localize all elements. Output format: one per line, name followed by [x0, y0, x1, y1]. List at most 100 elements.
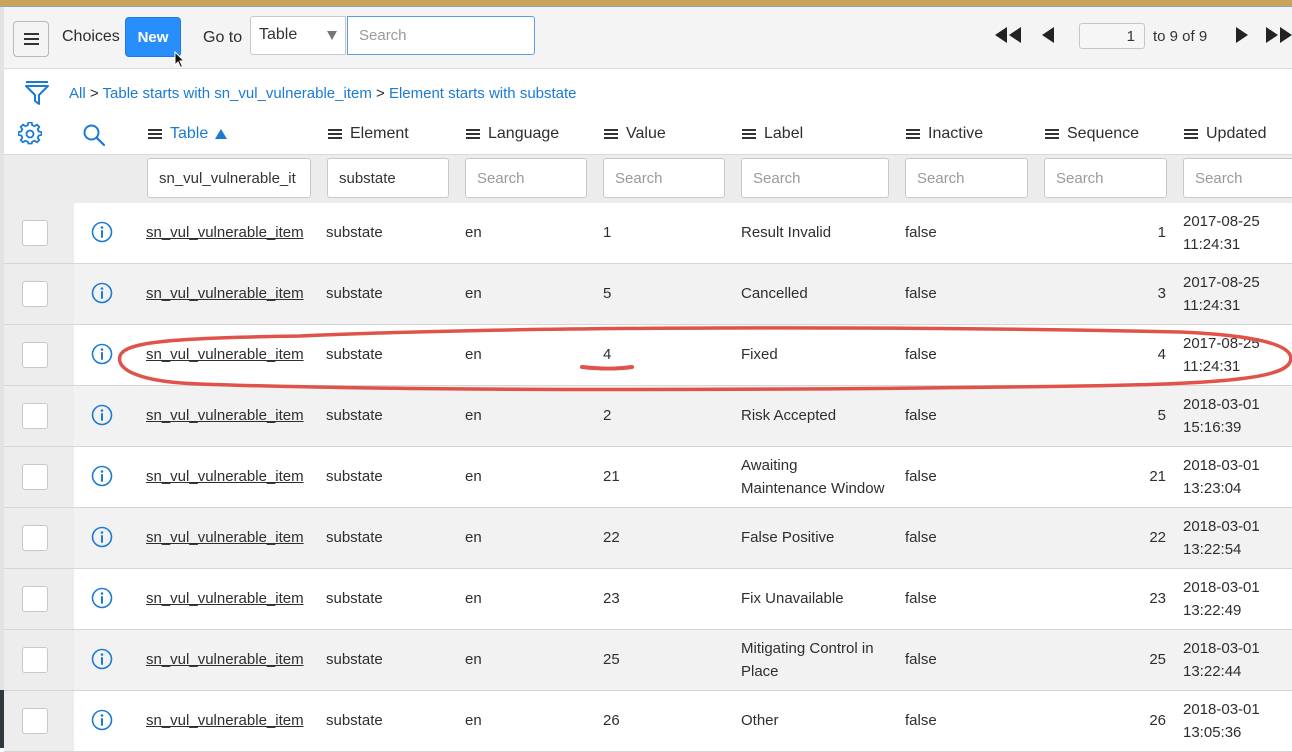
row-updated-time: 13:22:54 [1183, 541, 1242, 558]
list-search-input[interactable] [347, 16, 535, 55]
row-checkbox[interactable] [22, 342, 48, 368]
info-icon[interactable] [91, 648, 113, 670]
breadcrumb: All > Table starts with sn_vul_vulnerabl… [69, 85, 577, 102]
row-updated-time: 13:23:04 [1183, 480, 1242, 497]
row-checkbox[interactable] [22, 281, 48, 307]
value-column-search[interactable] [603, 158, 725, 198]
breadcrumb-separator: > [376, 85, 385, 102]
column-header-language[interactable]: Language [466, 125, 559, 143]
column-menu-icon[interactable] [466, 133, 480, 135]
row-checkbox[interactable] [22, 708, 48, 734]
row-inactive: false [905, 529, 937, 546]
goto-field-select[interactable]: Table [250, 16, 346, 55]
info-icon[interactable] [91, 587, 113, 609]
row-element: substate [326, 285, 383, 302]
row-select-cell [4, 386, 74, 446]
table-row: sn_vul_vulnerable_item substate en 25 Mitiga… [4, 630, 1292, 691]
row-label-line2: Place [741, 663, 779, 680]
row-inactive: false [905, 712, 937, 729]
column-header-element[interactable]: Element [328, 125, 409, 143]
row-table-link[interactable]: sn_vul_vulnerable_item [146, 404, 304, 427]
row-checkbox[interactable] [22, 403, 48, 429]
column-header-inactive[interactable]: Inactive [906, 125, 983, 143]
sequence-column-search[interactable] [1044, 158, 1167, 198]
info-icon[interactable] [91, 526, 113, 548]
search-icon[interactable] [82, 123, 106, 147]
breadcrumb-element-condition[interactable]: Element starts with substate [389, 85, 577, 102]
column-menu-icon[interactable] [1045, 133, 1059, 135]
row-table-link[interactable]: sn_vul_vulnerable_item [146, 709, 304, 732]
row-table-link[interactable]: sn_vul_vulnerable_item [146, 526, 304, 549]
hamburger-icon [23, 38, 39, 40]
column-menu-icon[interactable] [148, 133, 162, 135]
row-checkbox[interactable] [22, 647, 48, 673]
right-arrow-icon[interactable] [1234, 27, 1250, 43]
updated-column-search[interactable] [1183, 158, 1292, 198]
table-column-search[interactable] [147, 158, 311, 198]
row-language: en [465, 468, 482, 485]
row-value: 2 [603, 407, 612, 424]
row-sequence: 25 [1149, 651, 1166, 668]
row-table-link[interactable]: sn_vul_vulnerable_item [146, 648, 304, 671]
column-menu-icon[interactable] [742, 133, 756, 135]
row-element: substate [326, 590, 383, 607]
column-header-label: Updated [1206, 125, 1267, 142]
info-icon[interactable] [91, 465, 113, 487]
column-menu-icon[interactable] [604, 133, 618, 135]
row-element: substate [326, 529, 383, 546]
row-checkbox[interactable] [22, 220, 48, 246]
info-icon[interactable] [91, 221, 113, 243]
list-menu-button[interactable] [13, 21, 49, 57]
double-left-arrow-icon[interactable] [993, 27, 1023, 43]
inactive-column-search[interactable] [905, 158, 1028, 198]
row-table-link[interactable]: sn_vul_vulnerable_item [146, 343, 304, 366]
row-element: substate [326, 651, 383, 668]
row-language: en [465, 224, 482, 241]
goto-label: Go to [203, 29, 243, 46]
element-column-search[interactable] [327, 158, 449, 198]
funnel-icon[interactable] [24, 79, 50, 107]
row-select-cell [4, 508, 74, 568]
new-button[interactable]: New [125, 17, 181, 57]
row-table-link[interactable]: sn_vul_vulnerable_item [146, 282, 304, 305]
breadcrumb-table-condition[interactable]: Table starts with sn_vul_vulnerable_item [103, 85, 372, 102]
breadcrumb-all[interactable]: All [69, 85, 86, 102]
column-menu-icon[interactable] [906, 133, 920, 135]
column-menu-icon[interactable] [328, 133, 342, 135]
column-header-label: Sequence [1067, 125, 1140, 142]
info-icon[interactable] [91, 404, 113, 426]
info-icon[interactable] [91, 343, 113, 365]
row-checkbox[interactable] [22, 525, 48, 551]
row-updated-date: 2018-03-01 [1183, 518, 1260, 535]
row-checkbox[interactable] [22, 464, 48, 490]
page-number-input[interactable] [1079, 23, 1145, 49]
breadcrumb-separator: > [89, 85, 99, 102]
row-updated-time: 11:24:31 [1183, 236, 1241, 253]
language-column-search[interactable] [465, 158, 587, 198]
row-value: 25 [603, 651, 620, 668]
column-header-updated[interactable]: Updated [1184, 125, 1267, 143]
row-select-cell [4, 569, 74, 629]
column-header-table[interactable]: Table [148, 125, 228, 143]
column-menu-icon[interactable] [1184, 133, 1198, 135]
row-checkbox[interactable] [22, 586, 48, 612]
row-language: en [465, 529, 482, 546]
left-arrow-icon[interactable] [1040, 27, 1056, 43]
info-icon[interactable] [91, 282, 113, 304]
row-table-link[interactable]: sn_vul_vulnerable_item [146, 221, 304, 244]
row-table-link[interactable]: sn_vul_vulnerable_item [146, 465, 304, 488]
row-element: substate [326, 712, 383, 729]
column-header-sequence[interactable]: Sequence [1045, 125, 1139, 143]
row-label: Risk Accepted [741, 407, 837, 424]
row-inactive: false [905, 346, 937, 363]
row-select-cell [4, 203, 74, 263]
info-icon[interactable] [91, 709, 113, 731]
label-column-search[interactable] [741, 158, 889, 198]
gear-icon[interactable] [18, 122, 42, 146]
row-updated-time: 13:22:49 [1183, 602, 1242, 619]
row-language: en [465, 590, 482, 607]
column-header-label[interactable]: Label [742, 125, 803, 143]
column-header-value[interactable]: Value [604, 125, 666, 143]
row-table-link[interactable]: sn_vul_vulnerable_item [146, 587, 304, 610]
double-right-arrow-icon[interactable] [1264, 27, 1292, 43]
